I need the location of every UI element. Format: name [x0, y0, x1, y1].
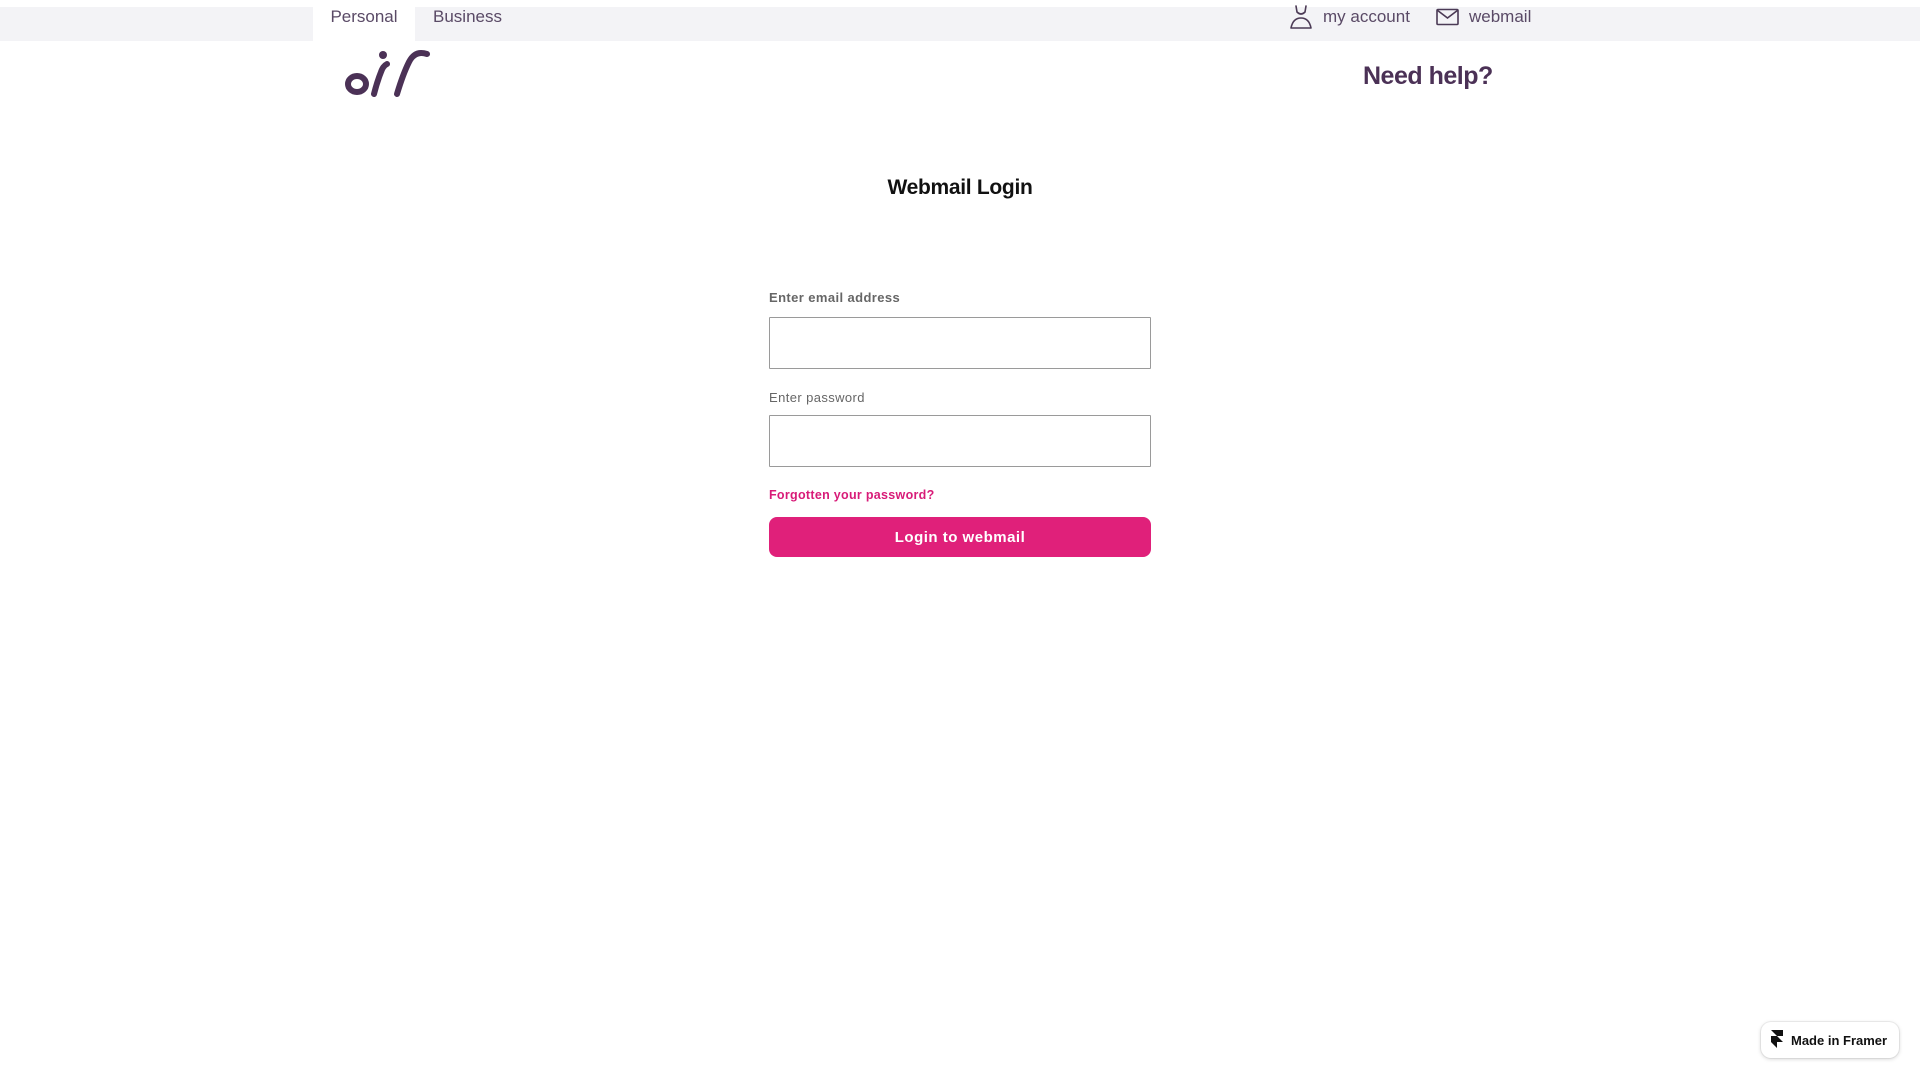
email-field[interactable]	[769, 317, 1151, 369]
my-account-label: my account	[1323, 7, 1410, 26]
login-button[interactable]: Login to webmail	[769, 517, 1151, 557]
top-utility-bar	[0, 7, 1920, 41]
webmail-link[interactable]: webmail	[1436, 2, 1531, 32]
password-label: Enter password	[769, 390, 865, 405]
forgot-password-link[interactable]: Forgotten your password?	[769, 488, 1151, 502]
tab-personal-label: Personal	[330, 7, 398, 26]
framer-icon	[1771, 1029, 1783, 1051]
page-title: Webmail Login	[887, 176, 1033, 199]
person-icon	[1289, 4, 1313, 30]
webmail-login-form: Enter email address Enter password Forgo…	[769, 289, 1151, 557]
mail-icon	[1436, 8, 1459, 26]
webmail-label: webmail	[1469, 7, 1532, 26]
need-help-link[interactable]: Need help?	[1363, 62, 1493, 91]
password-field[interactable]	[769, 415, 1151, 467]
made-in-framer-badge[interactable]: Made in Framer	[1761, 1022, 1899, 1058]
tab-business-label: Business	[433, 7, 502, 26]
email-label: Enter email address	[769, 290, 901, 305]
my-account-link[interactable]: my account	[1289, 2, 1410, 32]
tab-personal[interactable]: Personal	[313, 0, 415, 41]
made-in-framer-label: Made in Framer	[1791, 1032, 1888, 1048]
eir-logo-icon[interactable]	[343, 42, 433, 98]
tab-business[interactable]: Business	[433, 0, 502, 41]
